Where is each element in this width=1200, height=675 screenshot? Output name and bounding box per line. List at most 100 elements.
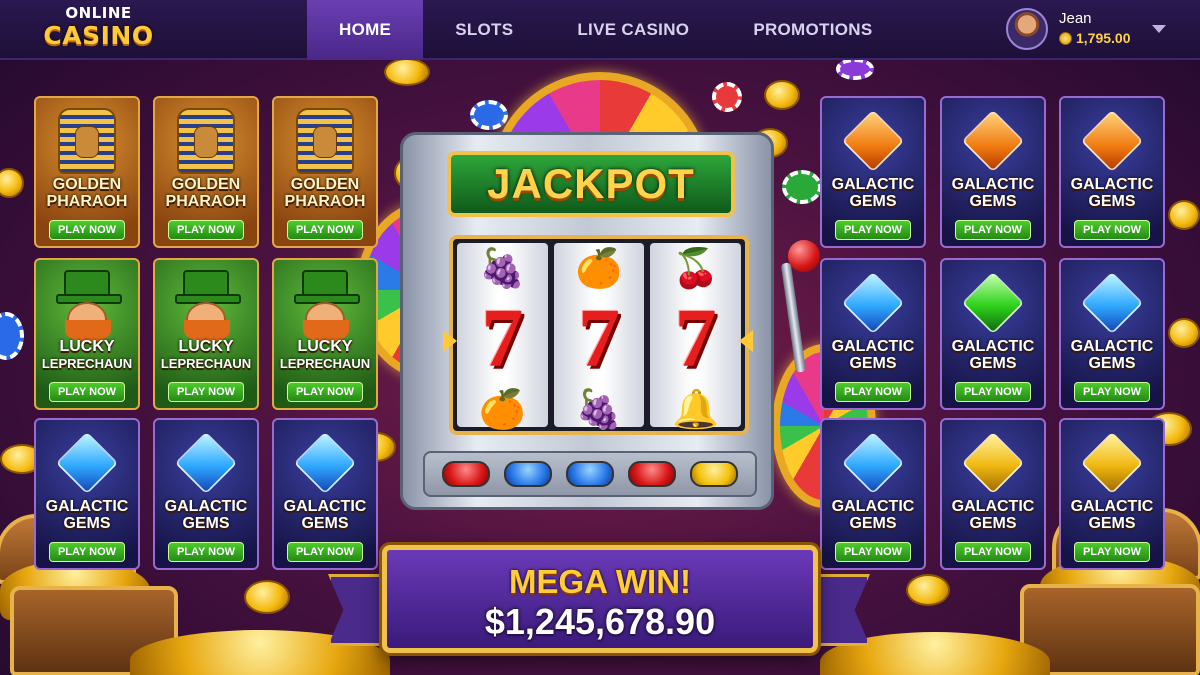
- pharaoh-icon: [296, 108, 354, 174]
- play-now-button[interactable]: PLAY NOW: [287, 220, 363, 240]
- blue-gem-icon: [293, 431, 357, 495]
- nav-home[interactable]: HOME: [307, 0, 424, 60]
- game-title: GALACTIC GEMS: [831, 176, 915, 210]
- coin-decoration: [244, 580, 290, 614]
- slot-button-blue[interactable]: [504, 461, 552, 487]
- slot-button-red[interactable]: [628, 461, 676, 487]
- game-tile-golden-pharaoh[interactable]: GOLDEN PHARAOH PLAY NOW: [272, 96, 378, 248]
- play-now-button[interactable]: PLAY NOW: [49, 220, 125, 240]
- coin-decoration: [0, 168, 24, 198]
- gold-gem-icon: [1080, 431, 1144, 495]
- play-now-button[interactable]: PLAY NOW: [835, 382, 911, 402]
- main-nav: HOME SLOTS LIVE CASINO PROMOTIONS: [307, 0, 904, 60]
- coin-decoration: [764, 80, 800, 110]
- orange-gem-icon: [961, 109, 1025, 173]
- jackpot-sign: JACKPOT: [447, 151, 735, 217]
- avatar[interactable]: [1006, 8, 1048, 50]
- leprechaun-icon: [65, 302, 111, 342]
- play-now-button[interactable]: PLAY NOW: [1074, 382, 1150, 402]
- game-tile-lucky-leprechaun[interactable]: LUCKY LEPRECHAUN PLAY NOW: [34, 258, 140, 410]
- game-title: GALACTIC GEMS: [951, 338, 1035, 372]
- reel-window: 🍇 7 🍊 🍊 7 🍇 🍒 7 🔔: [449, 235, 749, 435]
- gold-gem-icon: [961, 431, 1025, 495]
- slot-lever-rod: [780, 262, 806, 373]
- game-tile-galactic-gems[interactable]: GALACTIC GEMS PLAY NOW: [820, 258, 926, 410]
- game-tile-galactic-gems[interactable]: GALACTIC GEMS PLAY NOW: [820, 96, 926, 248]
- leprechaun-hat-icon: [175, 270, 241, 304]
- game-tile-galactic-gems[interactable]: GALACTIC GEMS PLAY NOW: [153, 418, 259, 570]
- nav-promotions[interactable]: PROMOTIONS: [721, 0, 904, 60]
- green-gem-icon: [961, 271, 1025, 335]
- play-now-button[interactable]: PLAY NOW: [1074, 220, 1150, 240]
- play-now-button[interactable]: PLAY NOW: [955, 382, 1031, 402]
- slot-button-yellow[interactable]: [690, 461, 738, 487]
- game-tile-galactic-gems[interactable]: GALACTIC GEMS PLAY NOW: [1059, 258, 1165, 410]
- spin-button-panel: [423, 451, 757, 497]
- play-now-button[interactable]: PLAY NOW: [835, 220, 911, 240]
- slot-button-blue[interactable]: [566, 461, 614, 487]
- mega-win-banner: MEGA WIN! $1,245,678.90: [382, 545, 818, 653]
- game-tile-galactic-gems[interactable]: GALACTIC GEMS PLAY NOW: [34, 418, 140, 570]
- play-now-button[interactable]: PLAY NOW: [835, 542, 911, 562]
- leprechaun-hat-icon: [56, 270, 122, 304]
- play-now-button[interactable]: PLAY NOW: [49, 542, 125, 562]
- game-title: GALACTIC GEMS: [45, 498, 129, 532]
- game-title: GALACTIC GEMS: [831, 338, 915, 372]
- play-now-button[interactable]: PLAY NOW: [1074, 542, 1150, 562]
- game-tile-galactic-gems[interactable]: GALACTIC GEMS PLAY NOW: [940, 418, 1046, 570]
- game-title: GOLDEN PHARAOH: [46, 176, 128, 210]
- game-tile-lucky-leprechaun[interactable]: LUCKY LEPRECHAUN PLAY NOW: [153, 258, 259, 410]
- nav-live-casino[interactable]: LIVE CASINO: [545, 0, 721, 60]
- coin-decoration: [1168, 200, 1200, 230]
- slot-lever-handle[interactable]: [788, 240, 820, 272]
- coin-decoration: [1168, 318, 1200, 348]
- play-now-button[interactable]: PLAY NOW: [168, 220, 244, 240]
- top-navigation-bar: ONLINE CASINO HOME SLOTS LIVE CASINO PRO…: [0, 0, 1200, 60]
- game-title: GALACTIC GEMS: [283, 498, 367, 532]
- play-now-button[interactable]: PLAY NOW: [287, 542, 363, 562]
- play-now-button[interactable]: PLAY NOW: [955, 542, 1031, 562]
- seven-symbol: 7: [674, 292, 717, 385]
- leprechaun-icon: [303, 302, 349, 342]
- game-tile-galactic-gems[interactable]: GALACTIC GEMS PLAY NOW: [940, 258, 1046, 410]
- orange-symbol: 🍊: [575, 246, 623, 290]
- coin-decoration: [906, 574, 950, 606]
- game-title: GALACTIC GEMS: [1070, 176, 1154, 210]
- leprechaun-hat-icon: [294, 270, 360, 304]
- game-tile-golden-pharaoh[interactable]: GOLDEN PHARAOH PLAY NOW: [153, 96, 259, 248]
- user-account-menu[interactable]: Jean 1,795.00: [1006, 7, 1186, 53]
- game-tile-galactic-gems[interactable]: GALACTIC GEMS PLAY NOW: [1059, 96, 1165, 248]
- game-title: LUCKY LEPRECHAUN: [160, 338, 252, 371]
- game-tile-galactic-gems[interactable]: GALACTIC GEMS PLAY NOW: [820, 418, 926, 570]
- blue-gem-icon: [55, 431, 119, 495]
- casino-chip-decoration: [836, 58, 874, 80]
- game-tile-galactic-gems[interactable]: GALACTIC GEMS PLAY NOW: [272, 418, 378, 570]
- game-title: GALACTIC GEMS: [1070, 338, 1154, 372]
- play-now-button[interactable]: PLAY NOW: [49, 382, 125, 402]
- blue-gem-icon: [841, 271, 905, 335]
- slot-machine: JACKPOT 🍇 7 🍊 🍊 7 🍇 🍒 7 🔔: [400, 132, 774, 510]
- reel-2: 🍊 7 🍇: [553, 243, 645, 430]
- play-now-button[interactable]: PLAY NOW: [168, 382, 244, 402]
- game-tile-golden-pharaoh[interactable]: GOLDEN PHARAOH PLAY NOW: [34, 96, 140, 248]
- game-tile-lucky-leprechaun[interactable]: LUCKY LEPRECHAUN PLAY NOW: [272, 258, 378, 410]
- reel-1: 🍇 7 🍊: [457, 243, 548, 430]
- game-title: LUCKY LEPRECHAUN: [279, 338, 371, 371]
- game-title: GALACTIC GEMS: [164, 498, 248, 532]
- casino-logo[interactable]: ONLINE CASINO: [36, 4, 161, 50]
- blue-gem-icon: [841, 431, 905, 495]
- play-now-button[interactable]: PLAY NOW: [955, 220, 1031, 240]
- play-now-button[interactable]: PLAY NOW: [168, 542, 244, 562]
- nav-slots[interactable]: SLOTS: [423, 0, 545, 60]
- play-now-button[interactable]: PLAY NOW: [287, 382, 363, 402]
- game-title: GOLDEN PHARAOH: [284, 176, 366, 210]
- casino-chip-decoration: [712, 82, 742, 112]
- slot-button-red[interactable]: [442, 461, 490, 487]
- casino-chip-decoration: [470, 100, 508, 130]
- payline-arrow-right-icon: [739, 330, 753, 352]
- game-tile-galactic-gems[interactable]: GALACTIC GEMS PLAY NOW: [1059, 418, 1165, 570]
- game-tile-galactic-gems[interactable]: GALACTIC GEMS PLAY NOW: [940, 96, 1046, 248]
- mega-win-amount: $1,245,678.90: [484, 601, 716, 642]
- chevron-down-icon[interactable]: [1152, 25, 1166, 33]
- blue-gem-icon: [174, 431, 238, 495]
